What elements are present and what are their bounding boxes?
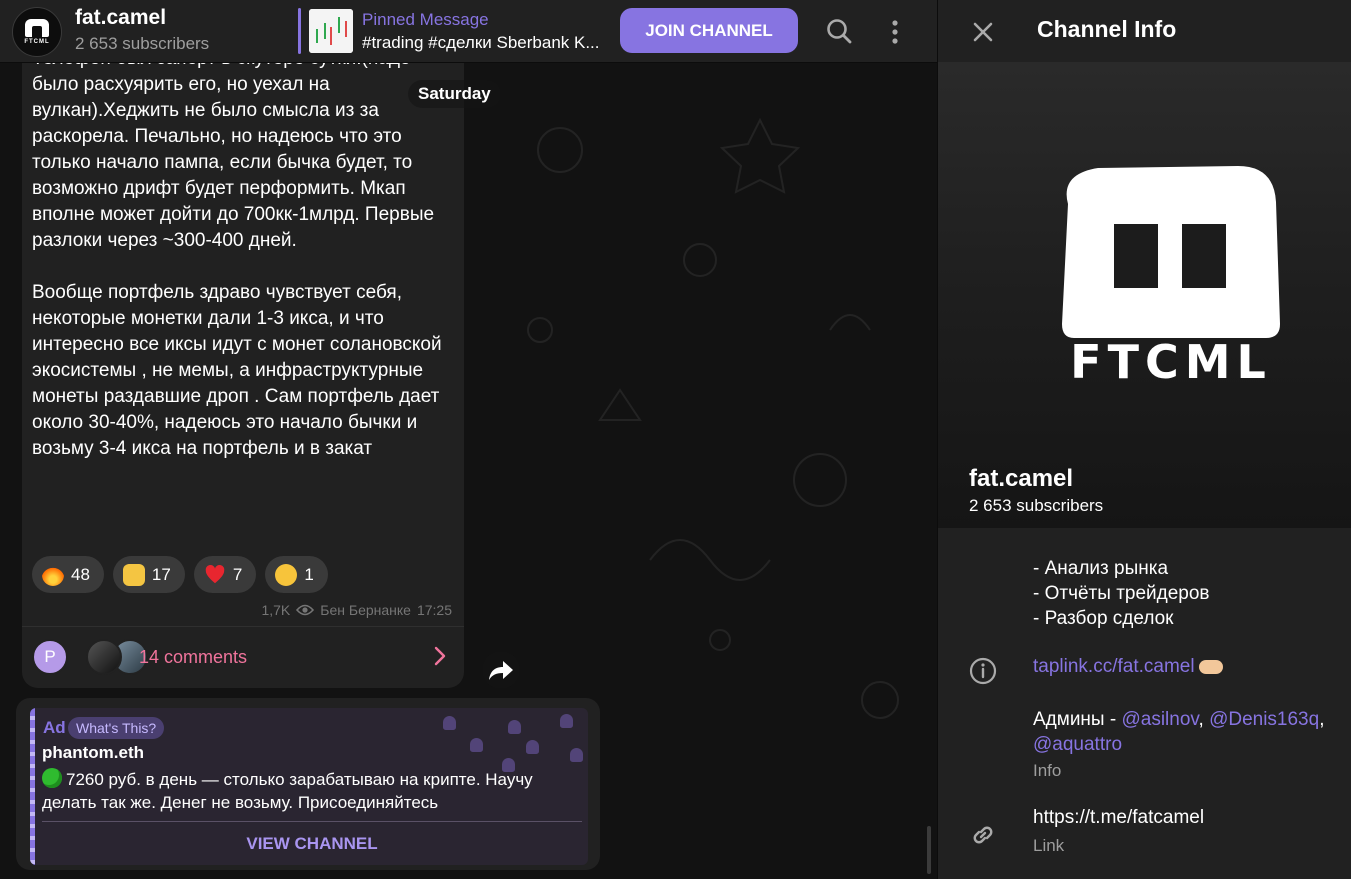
channel-avatar[interactable]: FTCML [12, 7, 62, 57]
search-icon [827, 19, 852, 44]
post-author: Бен Бернанке [320, 602, 411, 618]
channel-cover[interactable]: FTCML fat.camel 2 653 subscribers [938, 62, 1351, 528]
pinned-message[interactable]: Pinned Message #trading #сделки Sberbank… [298, 8, 608, 54]
ghost-decoration [508, 720, 521, 734]
view-channel-button[interactable]: VIEW CHANNEL [42, 826, 582, 862]
ad-label: Ad [43, 718, 66, 737]
post-text: Стою с лоев на фул. На локальный хай доб… [32, 0, 442, 459]
thumbs-up-icon [122, 563, 145, 586]
ftcml-logo: FTCML [1062, 166, 1280, 389]
reactions-bar: 48 17 7 1 [32, 556, 328, 593]
chevron-right-icon [434, 646, 446, 666]
date-separator: Saturday [408, 80, 501, 108]
comments-button[interactable]: P 14 comments [22, 626, 464, 688]
link-icon [968, 820, 998, 850]
reaction-count: 1 [304, 564, 314, 584]
comments-count: 14 comments [139, 647, 248, 667]
heart-icon [204, 564, 226, 586]
admin-link-aquattro[interactable]: @aquattro [1033, 734, 1122, 755]
reaction-count: 17 [151, 564, 171, 584]
channel-name: fat.camel [969, 465, 1074, 492]
whats-this-button[interactable]: What's This? [68, 717, 165, 739]
description-line: - Отчёты трейдеров [1033, 583, 1210, 604]
divider [42, 821, 582, 822]
forward-button[interactable] [482, 651, 520, 689]
ghost-decoration [526, 740, 539, 754]
sponsored-message: Ad What's This? phantom.eth 7260 руб. в … [16, 698, 600, 870]
ad-card[interactable]: Ad What's This? phantom.eth 7260 руб. в … [30, 708, 588, 865]
ad-stripe [30, 708, 35, 865]
fire-icon [42, 563, 64, 586]
channel-description: - Анализ рынка - Отчёты трейдеров - Разбор… [1033, 556, 1210, 631]
taplink-text: taplink.cc/fat.camel [1033, 656, 1195, 677]
ghost-decoration [570, 748, 583, 762]
ghost-decoration [443, 716, 456, 730]
chat-area: Стою с лоев на фул. На локальный хай доб… [0, 0, 937, 879]
commenter-avatar: P [32, 639, 68, 675]
reaction-heart[interactable]: 7 [193, 556, 257, 593]
reaction-thumbs-up[interactable]: 17 [112, 556, 185, 593]
admins-text: Админы - @asilnov, @Denis163q, @aquattro [1033, 709, 1325, 755]
link-label: Link [1033, 836, 1065, 855]
description-line: - Анализ рынка [1033, 558, 1169, 579]
pointing-hand-icon [1198, 659, 1223, 674]
channel-title[interactable]: fat.camel [75, 6, 166, 30]
close-icon [973, 22, 993, 42]
post-time: 17:25 [416, 602, 452, 618]
info-label: Info [1033, 761, 1062, 780]
reaction-grinning[interactable]: 1 [265, 556, 328, 593]
reaction-fire[interactable]: 48 [32, 556, 104, 593]
ad-title: phantom.eth [42, 743, 144, 762]
channel-post: Стою с лоев на фул. На локальный хай доб… [22, 0, 464, 688]
commenter-initial: P [44, 647, 56, 666]
commenter-avatar [86, 639, 122, 675]
avatar-text: FTCML [24, 39, 50, 45]
views-count: 1,7K [261, 602, 291, 618]
channel-info-panel: Channel Info FTCML fat.camel 2 653 subsc… [937, 0, 1351, 879]
reaction-count: 7 [232, 564, 243, 584]
admin-link-asilnov[interactable]: @asilnov [1121, 709, 1198, 730]
ghost-decoration [470, 738, 483, 752]
more-options-button[interactable] [880, 14, 910, 50]
more-vertical-icon [892, 20, 898, 44]
chat-header: FTCML fat.camel 2 653 subscribers Pinned… [0, 0, 937, 63]
grinning-face-icon [275, 563, 298, 586]
info-icon [968, 656, 998, 686]
cover-text: FTCML [1070, 335, 1272, 389]
subscriber-count: 2 653 subscribers [75, 34, 210, 53]
ad-body: 7260 руб. в день — столько зарабатываю н… [42, 770, 533, 812]
post-meta: 1,7K Бен Бернанке 17:25 [261, 602, 452, 618]
reaction-count: 48 [71, 564, 90, 584]
close-button[interactable] [968, 17, 998, 47]
camel-logo-icon [25, 19, 49, 37]
chat-scrollbar[interactable] [927, 826, 931, 874]
channel-subscribers: 2 653 subscribers [969, 496, 1104, 515]
taplink-link[interactable]: taplink.cc/fat.camel [1033, 656, 1223, 678]
ghost-decoration [560, 714, 573, 728]
pinned-thumbnail [309, 9, 353, 53]
channel-link[interactable]: https://t.me/fatcamel [1033, 807, 1204, 829]
panel-header: Channel Info [938, 0, 1351, 62]
ad-text: 7260 руб. в день — столько зарабатываю н… [42, 768, 582, 814]
pinned-label: Pinned Message [362, 10, 489, 29]
panel-title: Channel Info [1037, 16, 1177, 42]
eye-icon [296, 604, 315, 616]
pinned-indicator [298, 8, 301, 54]
admins-prefix: Админы - [1033, 709, 1122, 730]
admin-link-denis[interactable]: @Denis163q [1209, 709, 1319, 730]
description-line: - Разбор сделок [1033, 608, 1174, 629]
search-button[interactable] [822, 14, 858, 50]
pinned-preview: #trading #сделки Sberbank K... [362, 33, 600, 52]
share-arrow-icon [489, 661, 513, 680]
join-channel-button[interactable]: JOIN CHANNEL [620, 8, 798, 53]
green-circle-icon [42, 768, 62, 788]
